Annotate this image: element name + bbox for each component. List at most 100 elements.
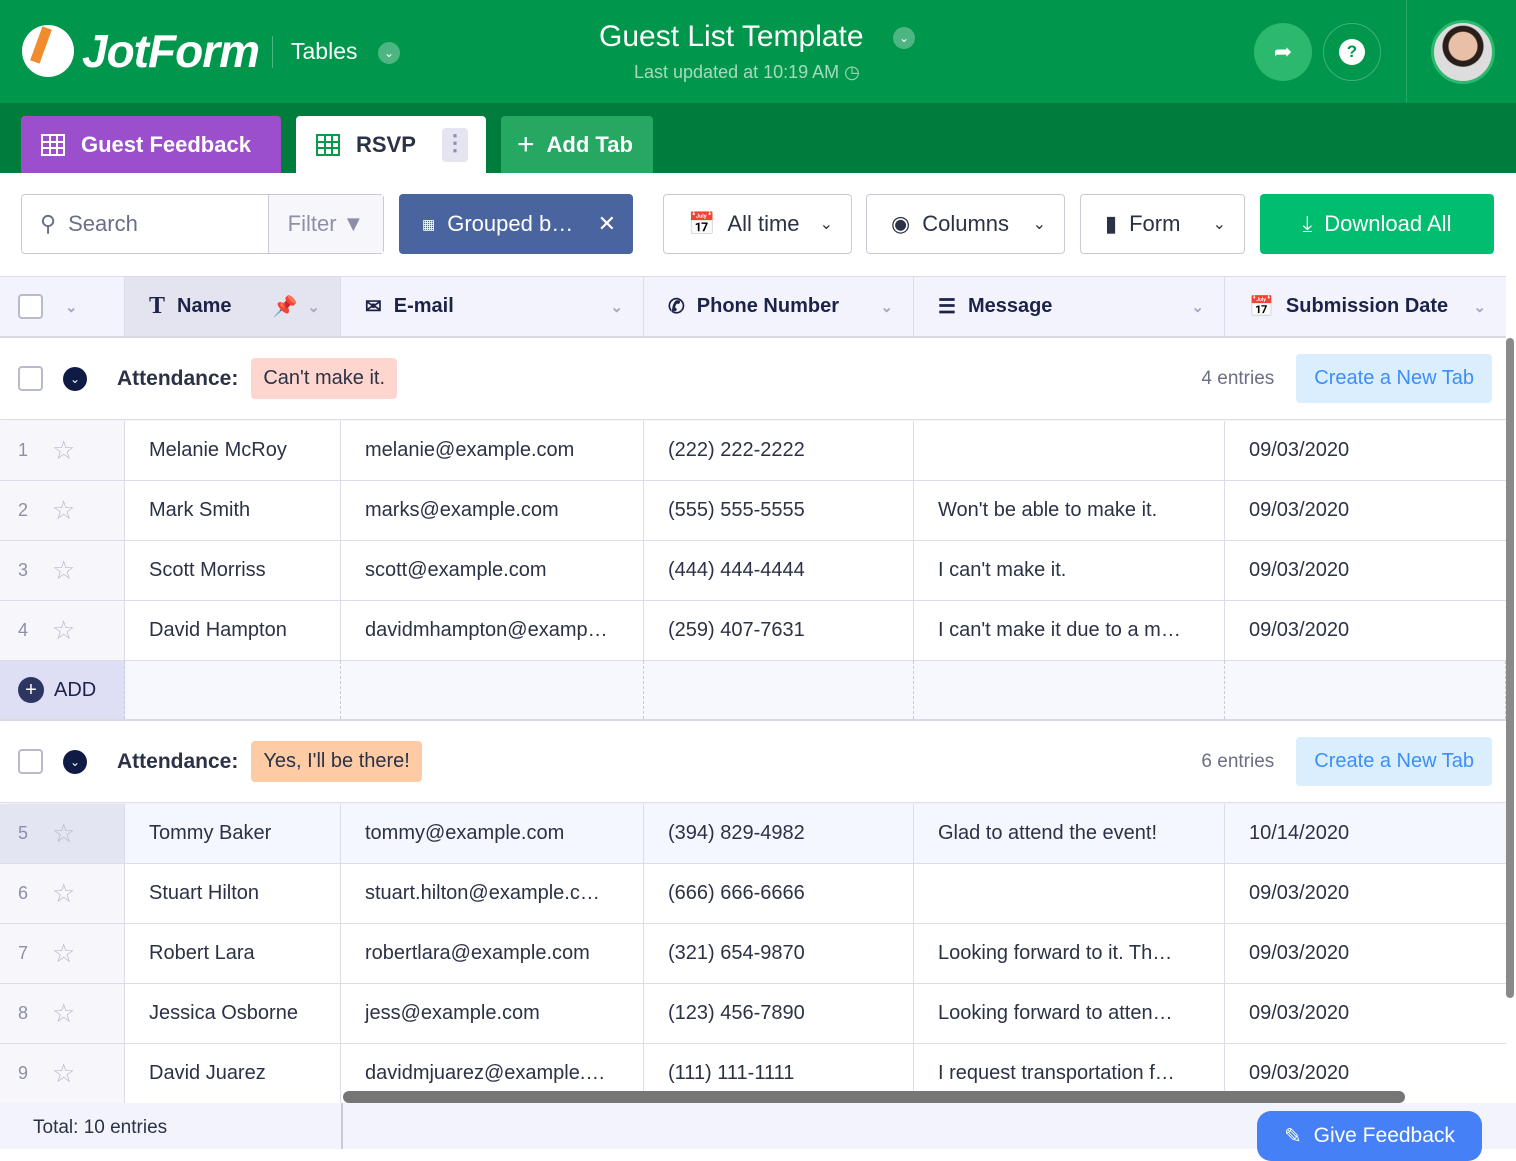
- star-icon[interactable]: ☆: [52, 495, 75, 526]
- name-cell[interactable]: Melanie McRoy: [125, 421, 341, 480]
- phone-cell[interactable]: (123) 456-7890: [644, 984, 914, 1043]
- tab-rsvp[interactable]: RSVP ⋮: [296, 116, 486, 173]
- phone-cell[interactable]: (222) 222-2222: [644, 421, 914, 480]
- product-name[interactable]: Tables: [291, 38, 357, 65]
- email-cell[interactable]: scott@example.com: [341, 541, 644, 600]
- help-button[interactable]: ?: [1323, 23, 1381, 81]
- checkbox[interactable]: [18, 366, 43, 391]
- column-header-submission-date[interactable]: 📅 Submission Date ⌄: [1225, 277, 1506, 336]
- phone-cell[interactable]: (666) 666-6666: [644, 864, 914, 923]
- empty-cell[interactable]: [644, 661, 914, 719]
- message-cell[interactable]: [914, 421, 1225, 480]
- star-icon[interactable]: ☆: [52, 878, 75, 909]
- date-cell[interactable]: 09/03/2020: [1225, 601, 1506, 660]
- phone-cell[interactable]: (321) 654-9870: [644, 924, 914, 983]
- date-range-dropdown[interactable]: 📅 All time ⌄: [663, 194, 852, 254]
- date-cell[interactable]: 09/03/2020: [1225, 541, 1506, 600]
- share-button[interactable]: ➦: [1254, 23, 1312, 81]
- date-cell[interactable]: 09/03/2020: [1225, 984, 1506, 1043]
- name-cell[interactable]: David Juarez: [125, 1044, 341, 1103]
- star-icon[interactable]: ☆: [52, 1058, 75, 1089]
- name-cell[interactable]: Stuart Hilton: [125, 864, 341, 923]
- name-cell[interactable]: Tommy Baker: [125, 804, 341, 863]
- chevron-down-icon[interactable]: ⌄: [893, 27, 915, 49]
- star-icon[interactable]: ☆: [52, 615, 75, 646]
- give-feedback-button[interactable]: ✎ Give Feedback: [1257, 1111, 1482, 1161]
- empty-cell[interactable]: [125, 661, 341, 719]
- email-cell[interactable]: jess@example.com: [341, 984, 644, 1043]
- column-header-phone[interactable]: ✆ Phone Number ⌄: [644, 277, 914, 336]
- name-cell[interactable]: Mark Smith: [125, 481, 341, 540]
- phone-cell[interactable]: (259) 407-7631: [644, 601, 914, 660]
- name-cell[interactable]: Robert Lara: [125, 924, 341, 983]
- empty-cell[interactable]: [1225, 661, 1506, 719]
- more-options-icon[interactable]: ⋮: [442, 128, 468, 162]
- name-cell[interactable]: David Hampton: [125, 601, 341, 660]
- table-row[interactable]: 5 ☆ Tommy Baker tommy@example.com (394) 829-…: [0, 804, 1506, 864]
- filter-button[interactable]: Filter ▼: [268, 195, 383, 253]
- checkbox[interactable]: [18, 294, 43, 319]
- phone-cell[interactable]: (444) 444-4444: [644, 541, 914, 600]
- table-row[interactable]: 1 ☆ Melanie McRoy melanie@example.com (222) …: [0, 421, 1506, 481]
- message-cell[interactable]: Looking forward to it. Th…: [914, 924, 1225, 983]
- message-cell[interactable]: I can't make it due to a m…: [914, 601, 1225, 660]
- email-cell[interactable]: robertlara@example.com: [341, 924, 644, 983]
- create-new-tab-button[interactable]: Create a New Tab: [1296, 354, 1492, 403]
- tab-guest-feedback[interactable]: Guest Feedback: [21, 116, 281, 173]
- date-cell[interactable]: 09/03/2020: [1225, 924, 1506, 983]
- date-cell[interactable]: 09/03/2020: [1225, 481, 1506, 540]
- column-header-name[interactable]: T Name 📌 ⌄: [125, 277, 341, 336]
- star-icon[interactable]: ☆: [52, 555, 75, 586]
- email-cell[interactable]: davidmhampton@examp…: [341, 601, 644, 660]
- grouped-by-button[interactable]: ▦ Grouped b… ✕: [399, 194, 633, 254]
- download-all-button[interactable]: ⤓ Download All: [1260, 194, 1494, 254]
- message-cell[interactable]: Looking forward to atten…: [914, 984, 1225, 1043]
- column-header-message[interactable]: ☰ Message ⌄: [914, 277, 1225, 336]
- email-cell[interactable]: melanie@example.com: [341, 421, 644, 480]
- column-header-email[interactable]: ✉ E-mail ⌄: [341, 277, 644, 336]
- name-cell[interactable]: Jessica Osborne: [125, 984, 341, 1043]
- table-row[interactable]: 6 ☆ Stuart Hilton stuart.hilton@example.c…(…: [0, 864, 1506, 924]
- form-dropdown[interactable]: ▮ Form ⌄: [1080, 194, 1245, 254]
- date-cell[interactable]: 09/03/2020: [1225, 421, 1506, 480]
- close-icon[interactable]: ✕: [598, 211, 616, 237]
- table-row[interactable]: 8 ☆ Jessica Osborne jess@example.com (123) 4…: [0, 984, 1506, 1044]
- star-icon[interactable]: ☆: [52, 938, 75, 969]
- columns-dropdown[interactable]: ◉ Columns ⌄: [866, 194, 1065, 254]
- table-row[interactable]: 4 ☆ David Hampton davidmhampton@examp… (259)…: [0, 601, 1506, 661]
- horizontal-scrollbar[interactable]: [343, 1091, 1405, 1103]
- message-cell[interactable]: Glad to attend the event!: [914, 804, 1225, 863]
- collapse-group-icon[interactable]: ⌄: [63, 366, 87, 391]
- star-icon[interactable]: ☆: [52, 435, 75, 466]
- table-row[interactable]: 7 ☆ Robert Lara robertlara@example.com (321)…: [0, 924, 1506, 984]
- name-cell[interactable]: Scott Morriss: [125, 541, 341, 600]
- phone-cell[interactable]: (555) 555-5555: [644, 481, 914, 540]
- date-cell[interactable]: 10/14/2020: [1225, 804, 1506, 863]
- add-tab-button[interactable]: + Add Tab: [501, 116, 653, 173]
- jotform-logo[interactable]: JotForm: [22, 24, 260, 78]
- star-icon[interactable]: ☆: [52, 998, 75, 1029]
- search-input[interactable]: [68, 211, 239, 237]
- email-cell[interactable]: marks@example.com: [341, 481, 644, 540]
- phone-cell[interactable]: (394) 829-4982: [644, 804, 914, 863]
- date-cell[interactable]: 09/03/2020: [1225, 864, 1506, 923]
- empty-cell[interactable]: [914, 661, 1225, 719]
- message-cell[interactable]: I can't make it.: [914, 541, 1225, 600]
- message-cell[interactable]: [914, 864, 1225, 923]
- page-title[interactable]: Guest List Template: [599, 20, 864, 54]
- message-cell[interactable]: Won't be able to make it.: [914, 481, 1225, 540]
- email-cell[interactable]: tommy@example.com: [341, 804, 644, 863]
- email-cell[interactable]: stuart.hilton@example.c…: [341, 864, 644, 923]
- chevron-down-icon[interactable]: ⌄: [378, 42, 400, 64]
- collapse-group-icon[interactable]: ⌄: [63, 749, 87, 774]
- empty-cell[interactable]: [341, 661, 644, 719]
- select-all[interactable]: ⌄: [0, 277, 125, 336]
- create-new-tab-button[interactable]: Create a New Tab: [1296, 737, 1492, 786]
- table-row[interactable]: 2 ☆ Mark Smith marks@example.com (555) 555-5…: [0, 481, 1506, 541]
- star-icon[interactable]: ☆: [52, 818, 75, 849]
- avatar[interactable]: [1431, 20, 1495, 84]
- checkbox[interactable]: [18, 749, 43, 774]
- vertical-scrollbar[interactable]: [1506, 338, 1514, 998]
- add-row-button[interactable]: + ADD: [0, 661, 125, 719]
- table-row[interactable]: 3 ☆ Scott Morriss scott@example.com (444) 44…: [0, 541, 1506, 601]
